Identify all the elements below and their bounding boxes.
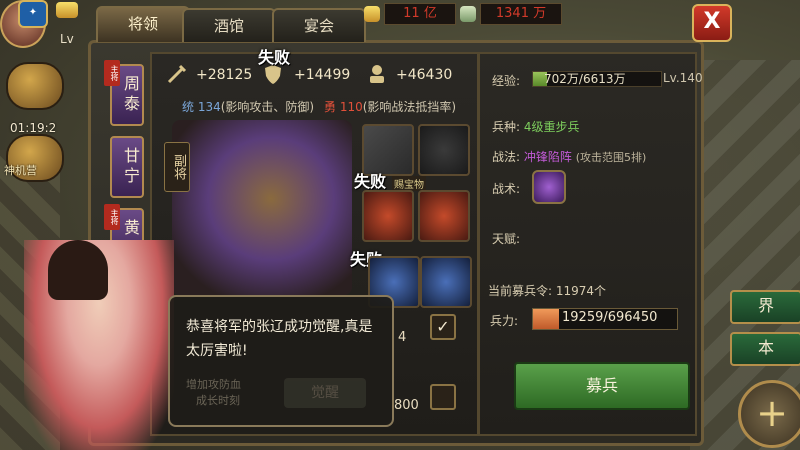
troop-value: 4级重步兵	[523, 120, 580, 134]
tab-generals[interactable]: 将领	[96, 6, 190, 42]
item-count-1: 4	[398, 330, 407, 345]
vip-badge-icon: ✦	[18, 0, 48, 28]
fail-label: 失败	[258, 48, 291, 67]
ingot-icon	[56, 2, 78, 18]
hp-value: +46430	[396, 67, 453, 83]
tactic-skill-icon[interactable]	[532, 170, 566, 204]
gold-icon	[364, 6, 380, 22]
main-general-tag: 主将	[104, 204, 120, 230]
exp-value: 702万/6613万	[544, 72, 626, 86]
troop-label: 兵种:	[492, 120, 521, 134]
event-timer: 01:19:2	[10, 121, 57, 135]
close-button[interactable]: X	[692, 4, 732, 42]
valor-desc: (影响战法抵挡率)	[362, 100, 457, 114]
valor-stat: 勇 110(影响战法抵挡率)	[324, 98, 456, 115]
command-stat: 统 134(影响攻击、防御)	[182, 98, 314, 115]
general-card-ganning[interactable]: 甘宁	[110, 136, 144, 198]
exp-label: 经验:	[492, 74, 521, 88]
recruit-order-count: 当前募兵令: 11974个	[488, 284, 607, 298]
force-bar-fill	[533, 309, 559, 329]
tab-banquet[interactable]: 宴会	[272, 8, 366, 42]
force-value: 19259/696450	[562, 310, 658, 325]
plus-button[interactable]: +	[738, 380, 800, 448]
hp-icon	[370, 65, 384, 83]
tactic-row: 战法: 冲锋陷阵 (攻击范围5排)	[492, 148, 646, 165]
command-value: 统 134	[182, 100, 221, 114]
awaken-checkbox-1[interactable]: ✓	[430, 314, 456, 340]
tab-tavern[interactable]: 酒馆	[182, 8, 276, 42]
fail-label-2: 失败	[354, 172, 387, 191]
dialog-ghost-1: 增加攻防血	[186, 378, 241, 391]
shenjiying-label: 神机营	[4, 164, 37, 177]
treasure-label: 赐宝物	[392, 176, 426, 191]
skill-label: 战术:	[492, 182, 521, 196]
valor-value: 勇 110	[324, 100, 363, 114]
world-button[interactable]: 界	[730, 290, 800, 324]
command-desc: (影响攻击、防御)	[220, 100, 315, 114]
tactic-value: 冲锋陷阵	[523, 150, 572, 164]
silver-icon	[460, 6, 476, 22]
attack-icon	[167, 64, 187, 84]
defense-value: +14499	[294, 67, 351, 83]
dialog-text: 恭喜将军的张辽成功觉醒,真是太厉害啦!	[186, 319, 373, 359]
attack-value: +28125	[196, 67, 253, 83]
silver-amount: 1341 万	[480, 3, 562, 25]
main-general-tag: 主将	[104, 60, 120, 86]
awaken-checkbox-2[interactable]	[430, 384, 456, 410]
equipment-slot-bow[interactable]	[420, 256, 472, 308]
sub-general-label[interactable]: 副将	[164, 142, 190, 192]
troop-type-row: 兵种: 4级重步兵	[492, 118, 580, 135]
recruit-button[interactable]: 募兵	[514, 362, 690, 410]
general-level: Lv.140	[663, 71, 703, 85]
force-label: 兵力:	[490, 314, 519, 328]
equipment-slot-weapon[interactable]	[362, 190, 414, 242]
base-button[interactable]: 本	[730, 332, 800, 366]
talent-label: 天赋:	[492, 232, 521, 246]
gold-amount: 11 亿	[384, 3, 456, 25]
quest-button[interactable]	[6, 62, 64, 110]
level-prefix: Lv	[60, 32, 74, 46]
item-count-2: 800	[394, 398, 419, 413]
equipment-slot-armor-red[interactable]	[418, 190, 470, 242]
awaken-button[interactable]: 觉醒	[284, 378, 366, 408]
equipment-slot-empty[interactable]	[418, 124, 470, 176]
dialog-ghost-2: 成长时刻	[196, 394, 240, 407]
tactic-label: 战法:	[492, 150, 521, 164]
maid-hair	[48, 240, 108, 300]
tactic-desc: (攻击范围5排)	[575, 151, 647, 164]
general-portrait	[172, 120, 352, 295]
